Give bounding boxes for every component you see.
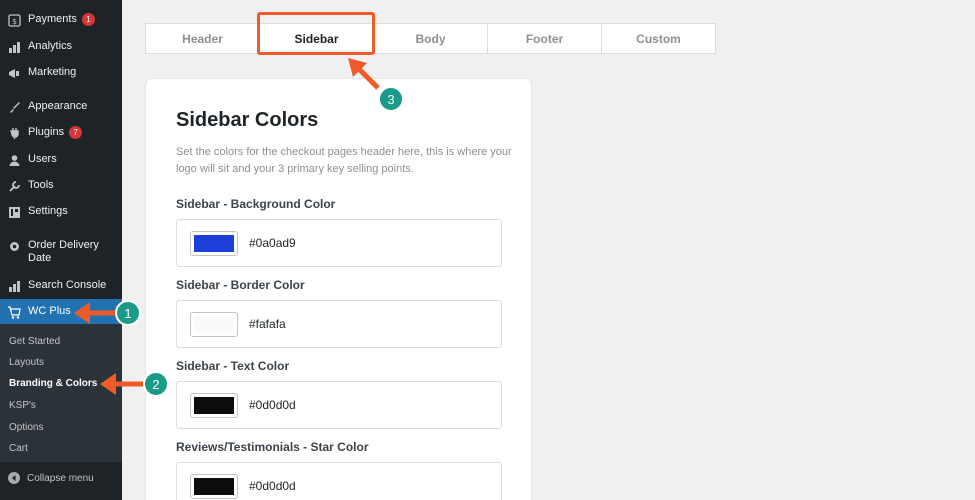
submenu-get-started[interactable]: Get Started xyxy=(9,336,60,347)
field-label: Sidebar - Border Color xyxy=(176,278,305,292)
notification-badge: 7 xyxy=(69,126,83,139)
color-swatch[interactable] xyxy=(190,393,238,418)
submenu-options[interactable]: Options xyxy=(9,422,43,433)
color-picker-field[interactable]: #fafafa xyxy=(176,300,502,348)
swatch-fill xyxy=(194,478,234,495)
swatch-fill xyxy=(194,316,234,333)
annotation-marker-2: 2 xyxy=(143,371,169,397)
tab-highlight-box xyxy=(257,12,375,55)
menu-item-tools[interactable]: Tools xyxy=(0,179,122,193)
menu-label: Tools xyxy=(28,179,54,191)
color-hex-value: #0d0d0d xyxy=(249,398,296,412)
card-description: Set the colors for the checkout pages he… xyxy=(176,146,512,175)
menu-label: Analytics xyxy=(28,40,73,52)
cart-icon xyxy=(7,305,21,319)
svg-text:$: $ xyxy=(11,17,16,26)
color-swatch[interactable] xyxy=(190,231,238,256)
settings-icon xyxy=(7,205,21,219)
tab-header[interactable]: Header xyxy=(146,24,260,53)
color-hex-value: #0a0ad9 xyxy=(249,236,296,250)
brush-icon xyxy=(7,100,21,114)
collapse-menu-label: Collapse menu xyxy=(27,472,94,484)
menu-item-appearance[interactable]: Appearance xyxy=(0,100,122,114)
menu-label: Users xyxy=(28,153,57,165)
tab-body[interactable]: Body xyxy=(374,24,488,53)
submenu-branding-colors[interactable]: Branding & Colors xyxy=(9,378,97,389)
user-icon xyxy=(7,153,21,167)
menu-label: Settings xyxy=(28,205,68,217)
annotation-marker-3: 3 xyxy=(378,86,404,112)
menu-label: Payments xyxy=(28,13,77,25)
menu-label: Marketing xyxy=(28,66,77,78)
menu-item-wc-plus[interactable]: WC Plus xyxy=(0,305,122,319)
menu-item-users[interactable]: Users xyxy=(0,153,122,167)
wrench-icon xyxy=(7,179,21,193)
menu-item-settings[interactable]: Settings xyxy=(0,205,122,219)
gear-icon xyxy=(7,239,21,253)
color-picker-field[interactable]: #0d0d0d xyxy=(176,462,502,500)
field-label: Sidebar - Text Color xyxy=(176,359,290,373)
menu-item-search-console[interactable]: Search Console xyxy=(0,279,122,293)
tab-custom[interactable]: Custom xyxy=(602,24,715,53)
collapse-arrow-icon xyxy=(8,472,20,484)
menu-label: Search Console xyxy=(28,279,107,291)
field-label: Reviews/Testimonials - Star Color xyxy=(176,440,369,454)
annotation-marker-1: 1 xyxy=(115,300,141,326)
color-swatch[interactable] xyxy=(190,474,238,499)
card-title: Sidebar Colors xyxy=(176,109,319,131)
menu-item-payments[interactable]: $ Payments 1 xyxy=(0,13,122,27)
collapse-menu-button[interactable]: Collapse menu xyxy=(0,468,122,488)
megaphone-icon xyxy=(7,66,21,80)
analytics-icon xyxy=(7,40,21,54)
submenu-layouts[interactable]: Layouts xyxy=(9,357,44,368)
color-picker-field[interactable]: #0d0d0d xyxy=(176,381,502,429)
color-swatch[interactable] xyxy=(190,312,238,337)
sidebar-colors-card: Sidebar Colors Set the colors for the ch… xyxy=(145,78,532,500)
tab-footer[interactable]: Footer xyxy=(488,24,602,53)
submenu-ksps[interactable]: KSP's xyxy=(9,400,36,411)
bar-chart-icon xyxy=(7,279,21,293)
menu-label: Order Delivery Date xyxy=(28,239,99,264)
color-picker-field[interactable]: #0a0ad9 xyxy=(176,219,502,267)
payments-icon: $ xyxy=(7,13,21,27)
swatch-fill xyxy=(194,235,234,252)
menu-label: WC Plus xyxy=(28,305,71,317)
submenu-cart[interactable]: Cart xyxy=(9,443,28,454)
color-hex-value: #fafafa xyxy=(249,317,286,331)
menu-label: Plugins xyxy=(28,126,65,138)
wc-plus-submenu: Get Started Layouts Branding & Colors KS… xyxy=(0,324,122,462)
menu-item-order-delivery-date[interactable]: Order Delivery Date xyxy=(0,239,122,265)
settings-tabs: Header Sidebar Body Footer Custom xyxy=(145,23,716,54)
menu-label: Appearance xyxy=(28,100,88,112)
swatch-fill xyxy=(194,397,234,414)
menu-item-analytics[interactable]: Analytics xyxy=(0,40,122,54)
menu-item-plugins[interactable]: Plugins 7 xyxy=(0,126,122,140)
admin-sidebar: $ Payments 1 Analytics Marketing Appeara… xyxy=(0,0,122,500)
plugin-icon xyxy=(7,126,21,140)
field-label: Sidebar - Background Color xyxy=(176,197,336,211)
notification-badge: 1 xyxy=(81,13,95,26)
menu-item-marketing[interactable]: Marketing xyxy=(0,66,122,80)
color-hex-value: #0d0d0d xyxy=(249,479,296,493)
